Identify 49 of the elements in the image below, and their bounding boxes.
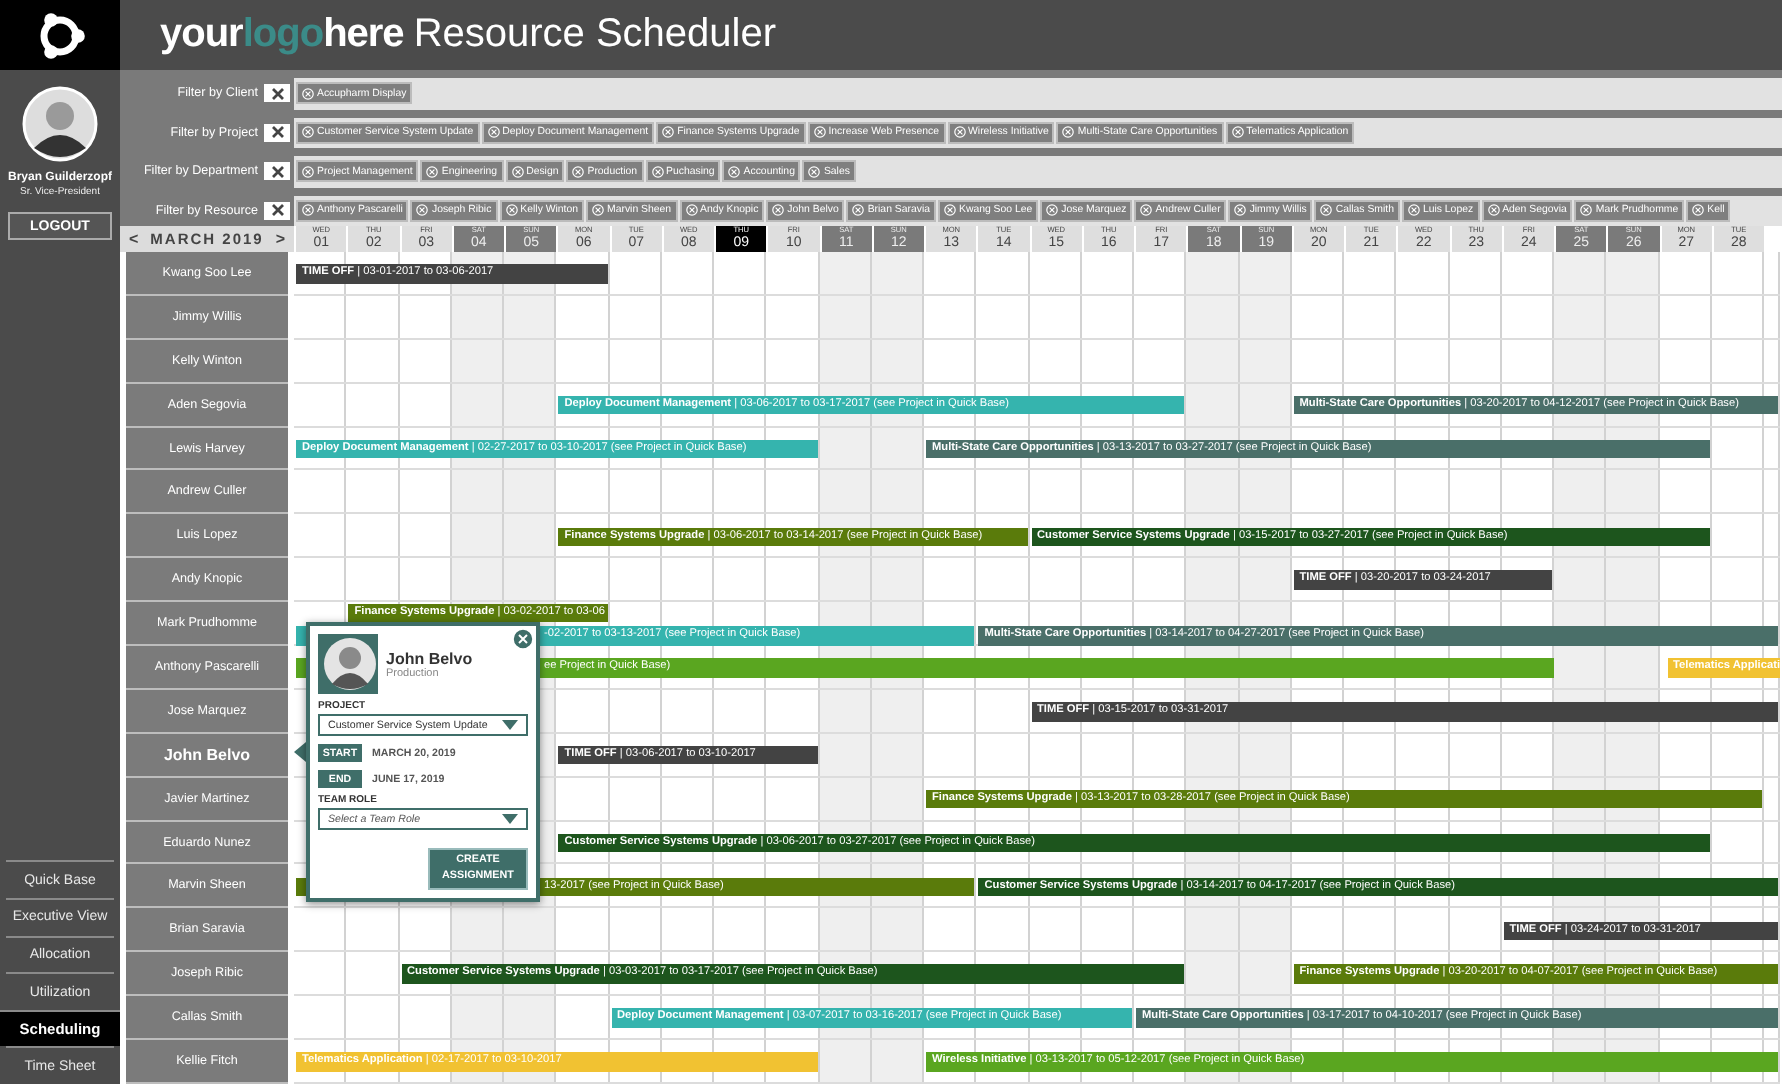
remove-icon	[1580, 204, 1593, 217]
remove-icon	[302, 87, 314, 100]
clear-button[interactable]	[264, 123, 290, 142]
remove-icon	[772, 204, 785, 217]
remove-icon	[685, 204, 698, 217]
remove-icon	[943, 204, 956, 217]
remove-icon	[1062, 126, 1075, 139]
remove-icon	[592, 204, 605, 217]
remove-icon	[1320, 204, 1333, 217]
remove-icon	[416, 204, 429, 217]
remove-icon	[572, 165, 585, 178]
clear-button[interactable]	[264, 84, 290, 103]
remove-icon	[728, 165, 741, 178]
logo-text: yourlogohere	[160, 12, 404, 58]
remove-icon	[302, 204, 314, 217]
remove-icon	[302, 165, 314, 178]
remove-icon	[1140, 204, 1153, 217]
remove-icon	[1231, 126, 1244, 139]
avatar-icon	[318, 634, 378, 694]
close-icon	[271, 165, 283, 178]
close-icon	[271, 126, 283, 139]
remove-icon	[511, 165, 524, 178]
caret-icon	[502, 720, 518, 730]
avatar-icon	[22, 86, 98, 162]
clear-button[interactable]	[264, 162, 290, 181]
remove-icon	[487, 126, 500, 139]
clear-button[interactable]	[264, 201, 290, 220]
remove-icon	[852, 204, 865, 217]
remove-icon	[1487, 204, 1500, 217]
close-icon	[271, 87, 283, 100]
remove-icon	[813, 126, 826, 139]
close-icon	[271, 204, 283, 217]
remove-icon	[1692, 204, 1705, 217]
app-title: Resource Scheduler	[413, 12, 777, 58]
remove-icon	[953, 126, 966, 139]
remove-icon	[1046, 204, 1059, 217]
close-icon[interactable]	[512, 628, 534, 650]
remove-icon	[1234, 204, 1247, 217]
remove-icon	[662, 126, 675, 139]
resource-name[interactable]: John Belvo	[126, 733, 288, 778]
remove-icon	[426, 165, 439, 178]
caret-icon	[502, 814, 518, 824]
remove-icon	[302, 126, 314, 139]
remove-icon	[1407, 204, 1420, 217]
previous-month-button[interactable]: <	[128, 230, 139, 248]
remove-icon	[651, 165, 664, 178]
remove-icon	[808, 165, 821, 178]
next-month-button[interactable]: >	[275, 230, 286, 248]
remove-icon	[505, 204, 518, 217]
